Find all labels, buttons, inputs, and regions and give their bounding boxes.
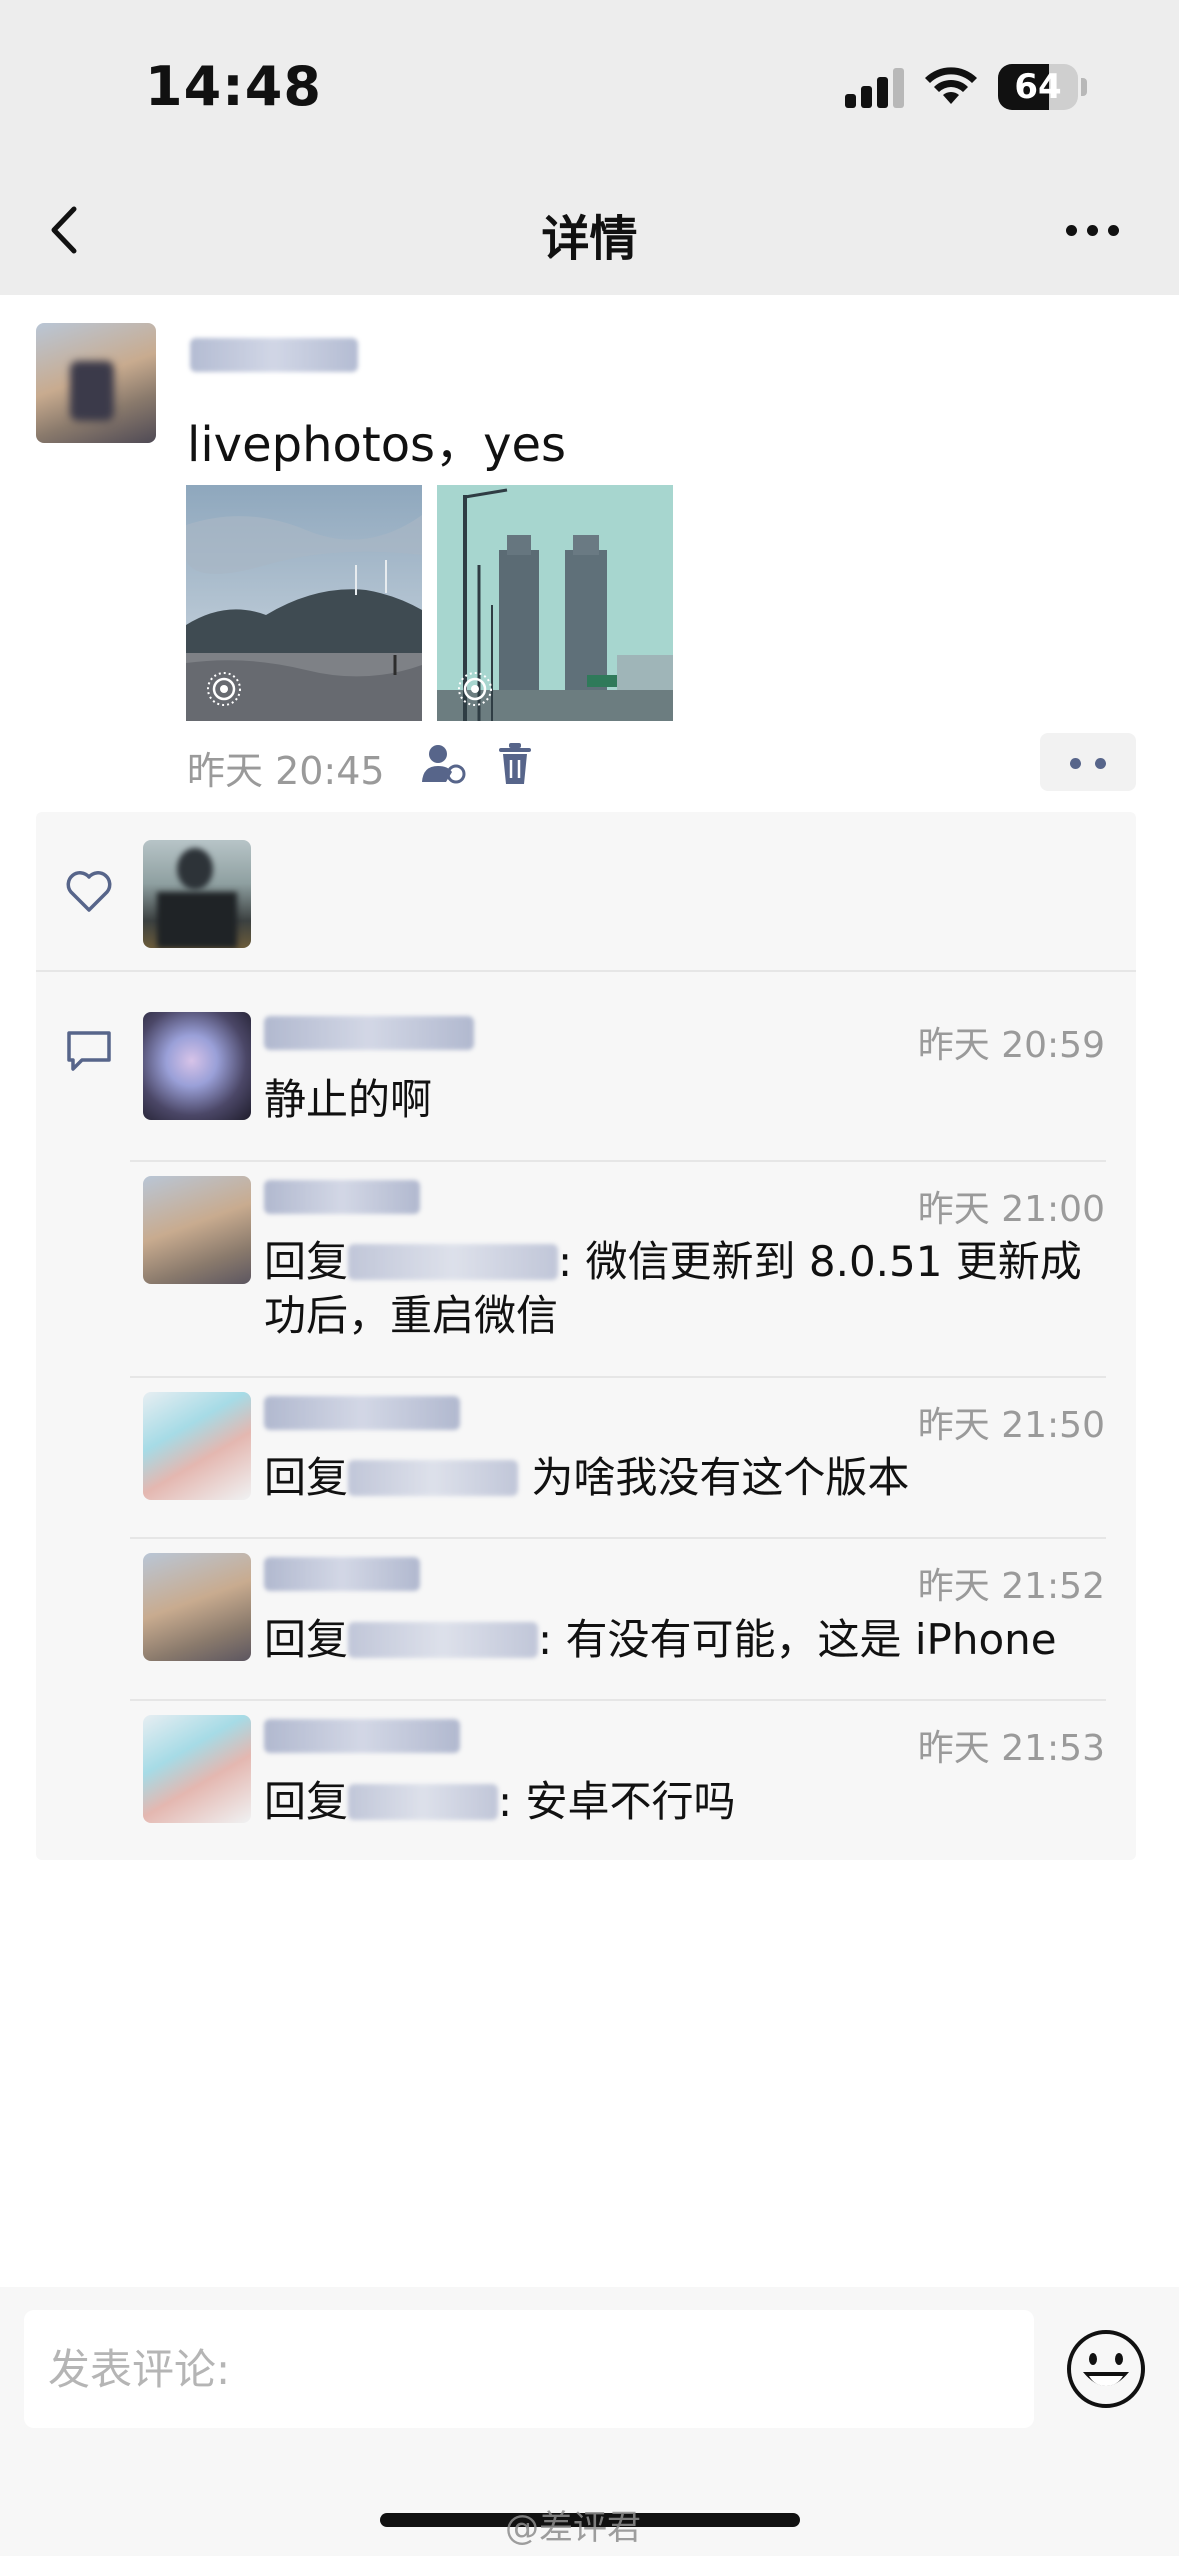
- commenter-name-blurred[interactable]: [264, 1016, 474, 1050]
- comment-text: 回复 : 有没有可能，这是 iPhone: [264, 1613, 1104, 1667]
- live-photo-icon: [207, 672, 241, 706]
- seaside-photo[interactable]: [186, 485, 422, 721]
- more-icon[interactable]: [1058, 215, 1128, 245]
- reply-label: 回复: [264, 1777, 349, 1826]
- comment-divider: [130, 1699, 1106, 1701]
- reply-label: 回复: [264, 1615, 349, 1664]
- liker-avatar[interactable]: [143, 840, 251, 948]
- comment-time: 昨天 21:00: [917, 1189, 1105, 1230]
- reply-label: 回复: [264, 1237, 349, 1286]
- reply-label: 回复: [264, 1453, 349, 1502]
- author-name-blurred[interactable]: [190, 338, 358, 372]
- reply-target-blurred[interactable]: [348, 1460, 519, 1496]
- wifi-icon: [925, 67, 977, 104]
- commenter-name-blurred[interactable]: [264, 1557, 420, 1591]
- commenter-avatar[interactable]: [143, 1553, 251, 1661]
- panel-divider: [36, 970, 1136, 972]
- comment-divider: [130, 1537, 1106, 1539]
- comment-time: 昨天 20:59: [917, 1025, 1105, 1066]
- comment-divider: [130, 1160, 1106, 1162]
- towers-photo[interactable]: [437, 485, 673, 721]
- watermark: @差评君: [505, 2508, 641, 2548]
- comment-text: 回复: 微信更新到 8.0.51 更新成功后，重启微信: [264, 1235, 1104, 1343]
- status-time: 14:48: [145, 55, 322, 118]
- commenter-name-blurred[interactable]: [264, 1719, 460, 1753]
- status-bar: 14:48 64: [0, 0, 1179, 175]
- like-icon: [66, 871, 112, 912]
- delete-icon[interactable]: [495, 742, 535, 786]
- comment-input[interactable]: [24, 2310, 1034, 2428]
- live-photo-icon: [458, 672, 492, 706]
- reply-target-blurred[interactable]: [348, 1622, 539, 1658]
- commenter-avatar[interactable]: [143, 1012, 251, 1120]
- privacy-icon[interactable]: [420, 742, 466, 784]
- comment-body: : 有没有可能，这是 iPhone: [538, 1615, 1057, 1664]
- reply-target-blurred[interactable]: [348, 1244, 559, 1280]
- battery-tip: [1081, 78, 1087, 96]
- comment-time: 昨天 21:53: [917, 1728, 1105, 1769]
- comment-text: 回复 为啥我没有这个版本: [264, 1451, 1104, 1505]
- reply-target-blurred[interactable]: [348, 1784, 499, 1820]
- comment-divider: [130, 1376, 1106, 1378]
- comment-text: 静止的啊: [264, 1073, 1104, 1127]
- cellular-signal-icon: [845, 66, 907, 108]
- comment-body: 为啥我没有这个版本: [518, 1453, 910, 1502]
- commenter-avatar[interactable]: [143, 1176, 251, 1284]
- comment-time: 昨天 21:50: [917, 1405, 1105, 1446]
- emoji-icon[interactable]: [1065, 2328, 1147, 2410]
- comment-time: 昨天 21:52: [917, 1566, 1105, 1607]
- battery-icon: 64: [998, 64, 1078, 110]
- post-text: livephotos，yes: [187, 417, 567, 473]
- commenter-name-blurred[interactable]: [264, 1396, 460, 1430]
- post-time: 昨天 20:45: [187, 749, 385, 793]
- author-avatar[interactable]: [36, 323, 156, 443]
- commenter-avatar[interactable]: [143, 1392, 251, 1500]
- commenter-avatar[interactable]: [143, 1715, 251, 1823]
- commenter-name-blurred[interactable]: [264, 1180, 420, 1214]
- comment-body: : 安卓不行吗: [498, 1777, 736, 1826]
- nav-bar: 详情: [0, 175, 1179, 295]
- page-title: 详情: [541, 211, 638, 267]
- battery-percentage: 64: [1014, 67, 1062, 107]
- comment-icon: [67, 1031, 111, 1071]
- comment-text: 回复 : 安卓不行吗: [264, 1775, 1104, 1829]
- comment-like-action-button[interactable]: [1040, 733, 1136, 791]
- comment-body: 静止的啊: [264, 1075, 433, 1124]
